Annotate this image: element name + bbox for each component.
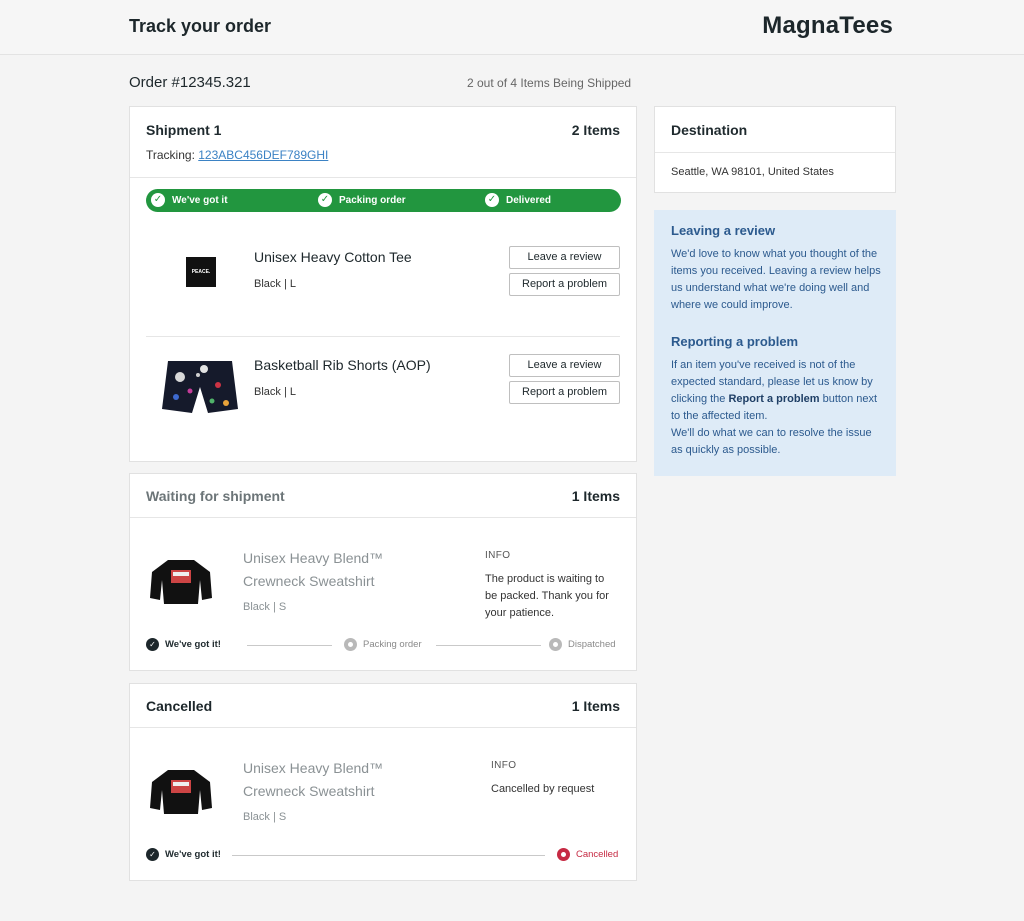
shipment-title: Shipment 1 [146, 122, 222, 138]
progress-step-label: Delivered [506, 194, 552, 206]
tracking-label: Tracking: [146, 148, 195, 162]
cancelled-card: Cancelled 1 Items Unisex Heavy Blend™ Cr… [129, 683, 637, 881]
info-label: INFO [491, 760, 517, 771]
step-received: ✓ We've got it! [146, 638, 221, 651]
step-connector [247, 645, 332, 646]
step-connector [232, 855, 545, 856]
step-label: We've got it! [165, 849, 221, 860]
check-icon: ✓ [318, 193, 332, 207]
item-variant: Black | L [254, 386, 296, 398]
item-name: Unisex Heavy Blend™ Crewneck Sweatshirt [243, 550, 384, 589]
brand-logo[interactable]: MagnaTees [762, 12, 893, 40]
shipment-item-count: 2 Items [571, 122, 620, 138]
page-header: Track your order MagnaTees [0, 0, 1024, 55]
report-problem-button[interactable]: Report a problem [509, 381, 620, 404]
review-help-title: Leaving a review [671, 223, 776, 238]
waiting-item-count: 1 Items [571, 488, 620, 504]
item-variant: Black | S [243, 811, 287, 823]
progress-step-received: ✓ We've got it [151, 193, 228, 207]
step-label: Dispatched [568, 639, 616, 650]
destination-title: Destination [671, 122, 748, 138]
waiting-progress: ✓ We've got it! Packing order Dispatched [146, 638, 620, 654]
tracking-link[interactable]: 123ABC456DEF789GHI [198, 148, 328, 162]
item-variant: Black | S [243, 601, 287, 613]
step-label: We've got it! [165, 639, 221, 650]
info-text: Cancelled by request [491, 783, 595, 795]
item-variant: Black | L [254, 278, 296, 290]
item-name: Basketball Rib Shorts (AOP) [254, 357, 431, 373]
step-cancelled: Cancelled [557, 848, 618, 861]
help-panel: Leaving a review We'd love to know what … [654, 210, 896, 476]
waiting-title: Waiting for shipment [146, 488, 285, 504]
shipment-header: Shipment 1 2 Items Tracking: 123ABC456DE… [130, 107, 636, 178]
check-icon: ✓ [151, 193, 165, 207]
item-name: Unisex Heavy Cotton Tee [254, 249, 412, 265]
pending-dot-icon [549, 638, 562, 651]
problem-help-emphasis: Report a problem [728, 393, 820, 405]
cancelled-dot-icon [557, 848, 570, 861]
destination-header: Destination [655, 107, 895, 153]
tshirt-thumbnail: PEACE. [158, 237, 242, 307]
leave-review-button[interactable]: Leave a review [509, 246, 620, 269]
shipment-item: PEACE. Unisex Heavy Cotton Tee Black | L… [130, 229, 636, 329]
item-name: Unisex Heavy Blend™ Crewneck Sweatshirt [243, 760, 384, 799]
shipping-summary: 2 out of 4 Items Being Shipped [467, 76, 632, 90]
check-icon: ✓ [485, 193, 499, 207]
step-label: Packing order [363, 639, 422, 650]
svg-text:PEACE.: PEACE. [192, 269, 211, 275]
step-dispatched: Dispatched [549, 638, 616, 651]
step-received: ✓ We've got it! [146, 848, 221, 861]
destination-card: Destination Seattle, WA 98101, United St… [654, 106, 896, 193]
page-title: Track your order [129, 16, 272, 36]
sweatshirt-thumbnail [148, 764, 214, 820]
cancelled-header: Cancelled 1 Items [130, 684, 636, 728]
problem-help-title: Reporting a problem [671, 334, 799, 349]
progress-step-label: Packing order [339, 194, 406, 206]
report-problem-button[interactable]: Report a problem [509, 273, 620, 296]
progress-step-delivered: ✓ Delivered [485, 193, 551, 207]
shorts-thumbnail [158, 351, 242, 421]
check-icon: ✓ [146, 638, 159, 651]
shipment-item: Basketball Rib Shorts (AOP) Black | L Le… [130, 337, 636, 437]
review-help-text: We'd love to know what you thought of th… [671, 248, 881, 311]
progress-step-label: We've got it [172, 194, 228, 206]
pending-dot-icon [344, 638, 357, 651]
info-label: INFO [485, 550, 511, 561]
leave-review-button[interactable]: Leave a review [509, 354, 620, 377]
step-label: Cancelled [576, 849, 619, 860]
progress-step-packing: ✓ Packing order [318, 193, 406, 207]
step-connector [436, 645, 541, 646]
destination-address: Seattle, WA 98101, United States [671, 166, 834, 178]
waiting-header: Waiting for shipment 1 Items [130, 474, 636, 518]
step-packing: Packing order [344, 638, 422, 651]
shipment-card: Shipment 1 2 Items Tracking: 123ABC456DE… [129, 106, 637, 462]
order-number: Order #12345.321 [129, 74, 251, 91]
cancelled-title: Cancelled [146, 698, 213, 714]
cancelled-item-count: 1 Items [571, 698, 620, 714]
sweatshirt-thumbnail [148, 554, 214, 610]
waiting-shipment-card: Waiting for shipment 1 Items Unisex Heav… [129, 473, 637, 671]
info-text: The product is waiting to be packed. Tha… [485, 573, 609, 619]
problem-help-text-part: We'll do what we can to resolve the issu… [671, 427, 872, 456]
tracking-row: Tracking: 123ABC456DEF789GHI [146, 148, 328, 162]
cancelled-progress: ✓ We've got it! Cancelled [146, 848, 620, 864]
shipment-progress-bar: ✓ We've got it ✓ Packing order ✓ Deliver… [146, 189, 621, 212]
problem-help-text: If an item you've received is not of the… [671, 357, 883, 459]
check-icon: ✓ [146, 848, 159, 861]
